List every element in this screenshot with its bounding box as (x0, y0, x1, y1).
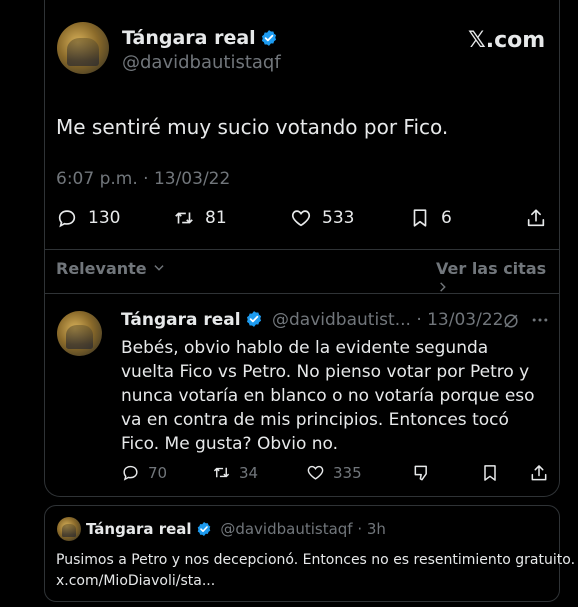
reply-icon (123, 465, 138, 481)
author-handle[interactable]: @davidbautistaqf (122, 52, 281, 73)
like-count: 533 (322, 208, 355, 228)
tweet-text: Me sentiré muy sucio votando por Fico. (56, 115, 449, 139)
bookmark-icon (413, 209, 427, 227)
verified-badge-icon (246, 311, 261, 327)
brand-logo: 𝕏.com (468, 28, 546, 53)
reply-avatar[interactable] (57, 311, 102, 356)
reply-handle[interactable]: @davidbautist... (272, 310, 411, 330)
quote-avatar[interactable] (57, 517, 81, 541)
bookmark-icon[interactable] (480, 463, 500, 483)
reply-retweet-button[interactable]: 34 (212, 463, 258, 482)
like-button[interactable]: 533 (290, 207, 354, 229)
bookmark-button[interactable]: 6 (409, 207, 452, 229)
share-button[interactable] (525, 207, 557, 229)
divider (45, 249, 559, 250)
tweet-card: Tángara real @davidbautistaqf 𝕏.com Me s… (44, 0, 560, 497)
heart-icon (291, 210, 311, 227)
quote-handle[interactable]: @davidbautistaqf · 3h (220, 520, 386, 538)
grok-icon[interactable] (501, 311, 521, 331)
author-name[interactable]: Tángara real (122, 27, 256, 49)
dislike-icon[interactable] (412, 463, 432, 483)
share-icon[interactable] (529, 463, 549, 483)
reply-count: 130 (88, 208, 121, 228)
quotes-link-label: Ver las citas (436, 259, 547, 278)
retweet-icon (213, 467, 230, 478)
reply-retweet-count: 34 (239, 463, 259, 482)
reply-like-button[interactable]: 335 (306, 463, 362, 482)
quote-link[interactable]: x.com/MioDiavoli/sta... (56, 573, 215, 589)
share-icon (527, 209, 545, 227)
retweet-count: 81 (205, 208, 227, 228)
chevron-right-icon (440, 282, 446, 292)
quotes-link[interactable]: Ver las citas (436, 259, 559, 297)
reply-date[interactable]: · 13/03/22 (416, 310, 503, 330)
reply-button[interactable]: 130 (56, 207, 120, 229)
more-options-icon[interactable] (530, 310, 550, 330)
reply-reply-button[interactable]: 70 (121, 463, 167, 482)
reply-icon (58, 210, 76, 228)
tweet-timestamp[interactable]: 6:07 p.m. · 13/03/22 (56, 169, 230, 189)
bookmark-count: 6 (441, 208, 452, 228)
chevron-down-icon (154, 265, 164, 271)
retweet-button[interactable]: 81 (173, 207, 227, 229)
verified-badge-icon (261, 30, 276, 46)
quote-text: Pusimos a Petro y nos decepcionó. Entonc… (56, 552, 576, 568)
quoted-tweet[interactable]: Tángara real @davidbautistaqf · 3h Pusim… (44, 505, 575, 602)
author-avatar[interactable] (57, 22, 109, 74)
divider (45, 293, 559, 294)
reply-like-count: 335 (333, 463, 362, 482)
reply-author-name[interactable]: Tángara real (121, 310, 241, 330)
verified-badge-icon (197, 522, 210, 536)
reply-reply-count: 70 (148, 463, 168, 482)
heart-icon (307, 465, 324, 480)
reply-text: Bebés, obvio hablo de la evidente segund… (121, 338, 535, 454)
quote-author-name[interactable]: Tángara real (86, 520, 192, 538)
retweet-icon (175, 212, 193, 224)
sort-dropdown[interactable]: Relevante (56, 259, 166, 278)
sort-label: Relevante (56, 259, 147, 278)
